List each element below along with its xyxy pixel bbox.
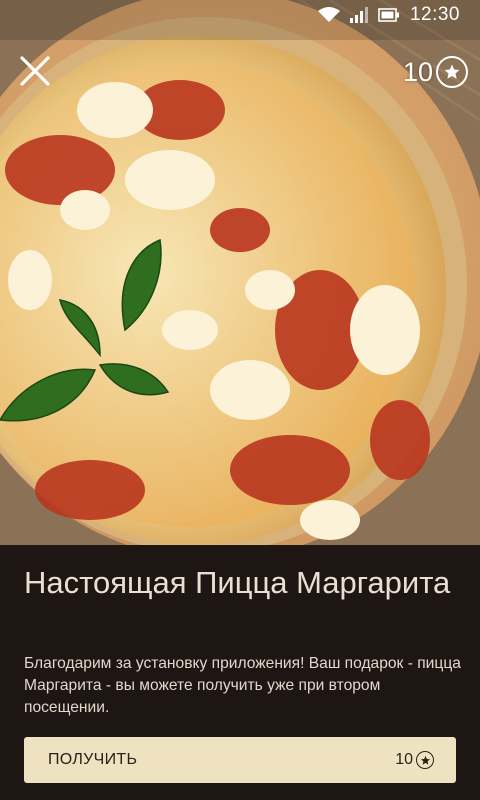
screen: 12:30 10 Настоящая Пицца Маргарита Благо…	[0, 0, 480, 800]
points-value: 10	[402, 56, 433, 87]
close-button[interactable]	[18, 54, 52, 88]
get-button[interactable]: ПОЛУЧИТЬ 10	[24, 737, 456, 783]
battery-icon	[378, 8, 399, 22]
star-coin-icon	[416, 751, 434, 769]
get-button-label: ПОЛУЧИТЬ	[48, 751, 138, 768]
wifi-icon	[317, 7, 340, 22]
status-bar: 12:30	[0, 0, 480, 30]
get-button-cost: 10	[395, 751, 434, 769]
star-badge-icon	[436, 56, 468, 88]
offer-panel: Настоящая Пицца Маргарита Благодарим за …	[0, 545, 480, 800]
get-button-cost-value: 10	[395, 751, 413, 768]
points-counter: 10	[403, 54, 468, 90]
offer-title: Настоящая Пицца Маргарита	[24, 565, 451, 600]
offer-description: Благодарим за установку приложения! Ваш …	[24, 655, 461, 716]
status-time: 12:30	[409, 4, 460, 25]
close-icon	[20, 56, 50, 86]
signal-icon	[349, 7, 368, 23]
status-icons: 12:30	[317, 4, 460, 26]
pizza-photo: 12:30 10	[0, 0, 480, 545]
